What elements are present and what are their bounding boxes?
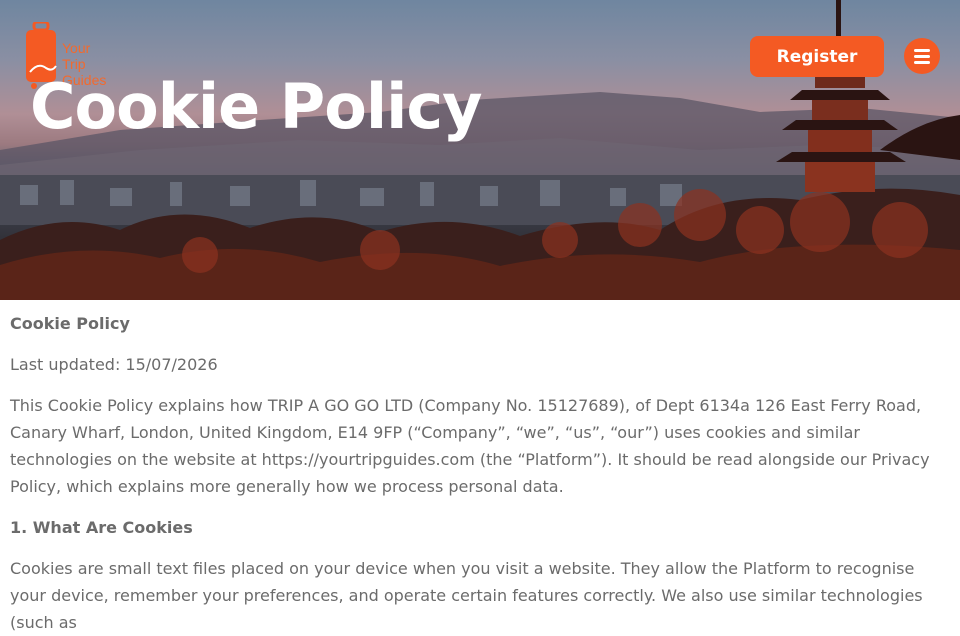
- last-updated-text: Last updated: 15/07/2026: [10, 355, 218, 374]
- page-title: Cookie Policy: [30, 70, 483, 143]
- register-button[interactable]: Register: [750, 36, 884, 77]
- section-1-heading: 1. What Are Cookies: [10, 518, 193, 537]
- menu-button[interactable]: [904, 38, 940, 74]
- section-1-paragraph: Cookies are small text files placed on y…: [10, 559, 923, 632]
- hero-banner: Your Trip Guides Cookie Policy Register: [0, 0, 960, 300]
- content-heading: Cookie Policy: [10, 314, 130, 333]
- policy-content: Cookie Policy Last updated: 15/07/2026 T…: [0, 300, 960, 636]
- logo-line-1: Your: [62, 40, 91, 56]
- intro-paragraph: This Cookie Policy explains how TRIP A G…: [10, 396, 930, 496]
